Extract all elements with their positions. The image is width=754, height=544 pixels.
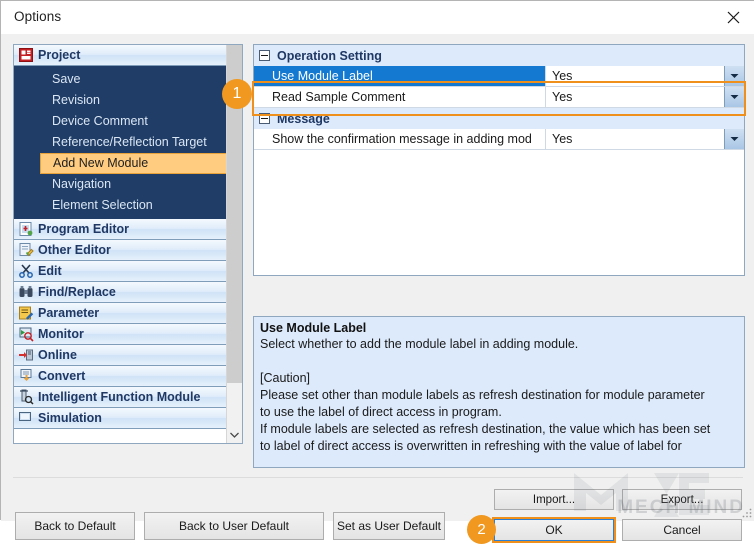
description-panel: Use Module Label Select whether to add t… xyxy=(253,316,745,468)
convert-icon xyxy=(18,368,34,384)
sidebar-category-other-editor[interactable]: Other Editor xyxy=(14,240,242,261)
description-line: Select whether to add the module label i… xyxy=(260,337,579,351)
close-icon[interactable] xyxy=(711,1,754,33)
sidebar-item-add-new-module[interactable]: Add New Module xyxy=(40,153,228,174)
sidebar-item-navigation[interactable]: Navigation xyxy=(14,174,242,195)
sidebar-item-reference-reflection-target[interactable]: Reference/Reflection Target xyxy=(14,132,242,153)
sidebar-category-edit[interactable]: Edit xyxy=(14,261,242,282)
parameter-icon xyxy=(18,305,34,321)
chevron-down-icon[interactable] xyxy=(724,129,744,149)
project-icon xyxy=(18,47,34,63)
window-title: Options xyxy=(14,9,62,24)
online-icon xyxy=(18,347,34,363)
setting-value[interactable]: Yes xyxy=(546,87,724,107)
scissors-icon xyxy=(18,263,34,279)
setting-row-show-confirmation-message[interactable]: Show the confirmation message in adding … xyxy=(254,129,744,150)
sidebar-category-label: Find/Replace xyxy=(38,285,116,299)
collapse-minus-icon[interactable] xyxy=(259,113,270,124)
chevron-down-icon[interactable] xyxy=(227,426,242,443)
ok-button[interactable]: OK xyxy=(494,519,614,541)
sidebar-category-label: Parameter xyxy=(38,306,100,320)
sidebar-category-label: Simulation xyxy=(38,411,102,425)
sidebar-item-revision[interactable]: Revision xyxy=(14,90,242,111)
group-header-operation-setting[interactable]: Operation Setting xyxy=(254,45,744,66)
back-to-user-default-button[interactable]: Back to User Default xyxy=(144,512,324,540)
sidebar-category-project[interactable]: Project xyxy=(14,45,242,66)
description-line: to use the label of direct access in pro… xyxy=(260,405,502,419)
setting-name: Show the confirmation message in adding … xyxy=(254,129,546,149)
sidebar-category-monitor[interactable]: Monitor xyxy=(14,324,242,345)
step-badge-1: 1 xyxy=(222,79,252,109)
project-subitems: Save Revision Device Comment Reference/R… xyxy=(14,66,242,219)
import-button[interactable]: Import... xyxy=(494,489,614,510)
group-header-message[interactable]: Message xyxy=(254,108,744,129)
chevron-down-icon[interactable] xyxy=(724,87,744,107)
description-title: Use Module Label xyxy=(260,321,367,335)
chevron-down-icon[interactable] xyxy=(724,66,744,86)
sidebar-category-label: Project xyxy=(38,48,81,62)
step-badge-2: 2 xyxy=(467,515,496,544)
setting-value[interactable]: Yes xyxy=(546,66,724,86)
group-label: Message xyxy=(277,111,330,126)
title-bar: Options xyxy=(1,1,754,35)
simulation-icon xyxy=(18,410,34,426)
binoculars-icon xyxy=(18,284,34,300)
description-line: [Caution] xyxy=(260,371,311,385)
back-to-default-button[interactable]: Back to Default xyxy=(15,512,135,540)
close-glyph xyxy=(727,11,739,23)
settings-category-tree[interactable]: Project Save Revision Device Comment Ref… xyxy=(13,44,243,444)
sidebar-category-intelligent-function-module[interactable]: Intelligent Function Module xyxy=(14,387,242,408)
intelligent-module-icon xyxy=(18,389,34,405)
dialog-body: Project Save Revision Device Comment Ref… xyxy=(1,34,754,544)
sidebar-category-label: Other Editor xyxy=(38,243,111,257)
description-line: If module labels are selected as refresh… xyxy=(260,422,711,436)
description-line: Please set other than module labels as r… xyxy=(260,388,705,402)
sidebar-category-program-editor[interactable]: Program Editor xyxy=(14,219,242,240)
footer-divider xyxy=(13,477,743,478)
sidebar-category-online[interactable]: Online xyxy=(14,345,242,366)
sidebar-category-find-replace[interactable]: Find/Replace xyxy=(14,282,242,303)
other-editor-icon xyxy=(18,242,34,258)
setting-row-read-sample-comment[interactable]: Read Sample Comment Yes xyxy=(254,87,744,108)
cancel-button[interactable]: Cancel xyxy=(622,519,742,541)
setting-name: Read Sample Comment xyxy=(254,87,546,107)
sidebar-category-label: Intelligent Function Module xyxy=(38,390,201,404)
description-line: to label of direct access is overwritten… xyxy=(260,439,682,453)
setting-value[interactable]: Yes xyxy=(546,129,724,149)
collapse-minus-icon[interactable] xyxy=(259,50,270,61)
sidebar-category-label: Monitor xyxy=(38,327,84,341)
sidebar-category-label: Online xyxy=(38,348,77,362)
program-editor-icon xyxy=(18,221,34,237)
resize-grip-icon[interactable] xyxy=(742,508,752,518)
sidebar-item-save[interactable]: Save xyxy=(14,69,242,90)
sidebar-item-element-selection[interactable]: Element Selection xyxy=(14,195,242,216)
setting-row-use-module-label[interactable]: Use Module Label Yes xyxy=(254,66,744,87)
export-button[interactable]: Export... xyxy=(622,489,742,510)
set-as-user-default-button[interactable]: Set as User Default xyxy=(333,512,445,540)
sidebar-item-device-comment[interactable]: Device Comment xyxy=(14,111,242,132)
group-label: Operation Setting xyxy=(277,48,382,63)
sidebar-category-convert[interactable]: Convert xyxy=(14,366,242,387)
sidebar-category-simulation[interactable]: Simulation xyxy=(14,408,242,429)
settings-grid[interactable]: Operation Setting Use Module Label Yes R… xyxy=(253,44,745,276)
sidebar-category-label: Edit xyxy=(38,264,62,278)
sidebar-category-label: Convert xyxy=(38,369,86,383)
setting-name: Use Module Label xyxy=(254,66,546,86)
description-line xyxy=(260,353,738,370)
monitor-icon xyxy=(18,326,34,342)
sidebar-category-parameter[interactable]: Parameter xyxy=(14,303,242,324)
options-dialog: Options Project Save Revision Device Com… xyxy=(0,0,754,544)
sidebar-category-label: Program Editor xyxy=(38,222,129,236)
